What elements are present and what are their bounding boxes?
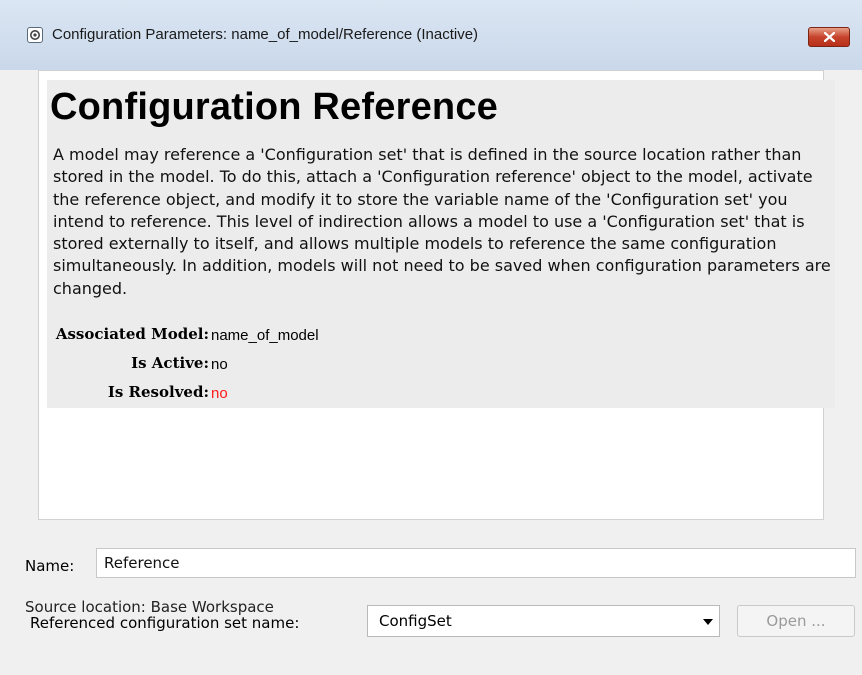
page-title: Configuration Reference [50,86,498,128]
referenced-config-dropdown[interactable]: ConfigSet [367,605,720,637]
referenced-config-label: Referenced configuration set name: [30,614,300,632]
gear-icon [27,27,43,43]
property-label: Associated Model: [55,325,209,343]
close-icon [824,32,835,42]
property-row-is-active: Is Active: [0,354,209,376]
name-field[interactable] [96,548,856,578]
config-parameters-window: Configuration Parameters: name_of_model/… [0,0,862,675]
property-row-associated-model: Associated Model: [0,325,209,347]
property-value-is-resolved: no [211,385,228,402]
name-label: Name: [25,557,75,575]
close-button[interactable] [808,27,850,47]
property-label: Is Active: [131,354,209,372]
dropdown-selected-value: ConfigSet [379,612,452,630]
open-button[interactable]: Open ... [737,605,855,637]
property-label: Is Resolved: [107,383,209,401]
description-text: A model may reference a 'Configuration s… [53,145,831,298]
title-bar[interactable]: Configuration Parameters: name_of_model/… [0,0,862,70]
window-title: Configuration Parameters: name_of_model/… [52,26,479,43]
property-value-associated-model: name_of_model [211,327,319,344]
property-value-is-active: no [211,356,228,373]
chevron-down-icon[interactable] [703,619,713,625]
property-row-is-resolved: Is Resolved: [0,383,209,405]
